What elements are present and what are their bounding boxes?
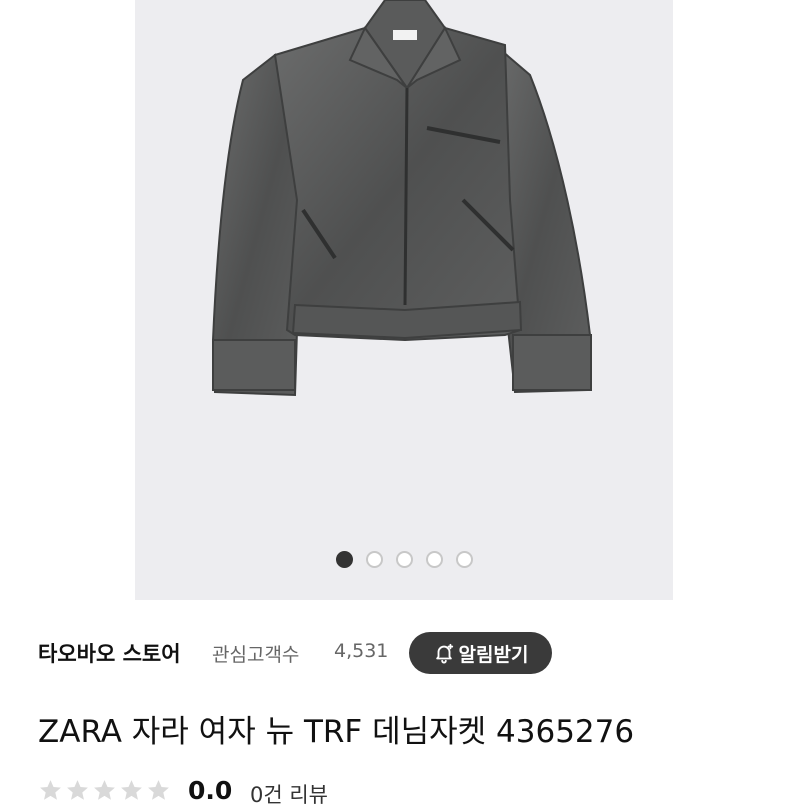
star-icon <box>40 780 61 800</box>
rating-summary[interactable]: 0.0 0건 리뷰 <box>38 776 798 809</box>
star-rating <box>38 778 171 803</box>
star-icon <box>148 780 169 800</box>
carousel-dot-3[interactable] <box>395 551 413 568</box>
notification-button[interactable]: 알림받기 <box>409 632 552 674</box>
star-icon <box>67 780 88 800</box>
star-icon <box>94 780 115 800</box>
product-image <box>211 0 592 397</box>
product-image-gallery[interactable] <box>135 0 673 600</box>
carousel-dot-1[interactable] <box>335 551 353 568</box>
product-title: ZARA 자라 여자 뉴 TRF 데님자켓 4365276 <box>38 714 635 750</box>
store-name[interactable]: 타오바오 스토어 <box>38 638 181 668</box>
star-icon <box>121 780 142 800</box>
review-count-link[interactable]: 0건 리뷰 <box>250 779 328 809</box>
rating-value: 0.0 <box>188 776 233 805</box>
store-info: 타오바오 스토어 관심고객수 4,531 알림받기 <box>38 630 798 674</box>
followers-label: 관심고객수 <box>212 644 300 666</box>
bell-plus-icon <box>433 642 455 664</box>
followers-count: 4,531 <box>334 640 389 662</box>
carousel-indicator <box>135 551 673 573</box>
notification-button-label: 알림받기 <box>458 643 529 666</box>
carousel-dot-2[interactable] <box>365 551 383 568</box>
carousel-dot-5[interactable] <box>455 551 473 568</box>
carousel-dot-4[interactable] <box>425 551 443 568</box>
